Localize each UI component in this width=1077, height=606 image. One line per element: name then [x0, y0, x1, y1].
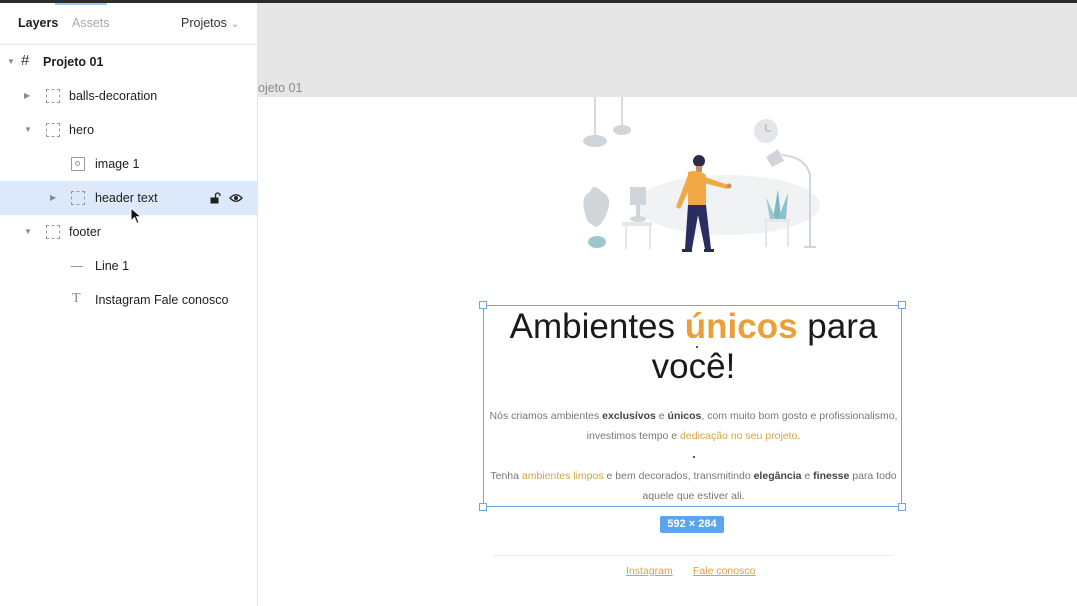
dimension-badge: 592 × 284 [660, 516, 724, 533]
instagram-link[interactable]: Instagram [626, 565, 673, 577]
para-text: e [655, 410, 668, 422]
layer-footer[interactable]: ▼ footer [0, 215, 257, 249]
image-icon [71, 157, 85, 171]
para-bold: elegância [753, 470, 802, 482]
contact-link[interactable]: Fale conosco [693, 565, 755, 577]
selected-header-text[interactable]: Ambientes únicos para você! Nós criamos … [479, 301, 906, 511]
caret-down-icon[interactable]: ▼ [24, 227, 32, 236]
frame-icon [71, 191, 85, 205]
paragraph-2[interactable]: Tenha ambientes limpos e bem decorados, … [484, 466, 903, 506]
anchor-dot [693, 456, 695, 458]
para-text: e bem decorados, transmitindo [603, 470, 754, 482]
layer-header-text[interactable]: ▶ header text [0, 181, 257, 215]
frame-icon [46, 89, 60, 103]
tab-assets[interactable]: Assets [72, 16, 110, 30]
frame-icon [46, 225, 60, 239]
project-dropdown[interactable]: Projetos ⌄ [181, 16, 239, 30]
para-text: . [797, 430, 801, 442]
caret-down-icon[interactable]: ▼ [24, 125, 32, 134]
layer-label: footer [69, 225, 101, 239]
para-text: e [801, 470, 814, 482]
paragraph-1[interactable]: Nós criamos ambientes exclusívos e único… [484, 406, 903, 446]
caret-down-icon[interactable]: ▼ [7, 57, 15, 66]
hero-illustration[interactable] [578, 97, 828, 257]
caret-right-icon[interactable]: ▶ [50, 193, 56, 202]
line-icon [71, 266, 83, 267]
resize-handle-bottom-left[interactable] [479, 503, 487, 511]
frame-icon [46, 123, 60, 137]
resize-handle-bottom-right[interactable] [898, 503, 906, 511]
para-text: Nós criamos ambientes [489, 410, 603, 422]
resize-handle-top-left[interactable] [479, 301, 487, 309]
layer-hero[interactable]: ▼ hero [0, 113, 257, 147]
para-accent: dedicação no seu projeto [680, 430, 798, 442]
hero-headline[interactable]: Ambientes únicos para você! [484, 306, 903, 387]
para-bold: finesse [813, 470, 850, 482]
headline-accent: únicos [684, 307, 798, 346]
chevron-down-icon: ⌄ [230, 19, 240, 30]
frame-label[interactable]: ojeto 01 [258, 81, 302, 95]
unlock-icon[interactable] [209, 192, 221, 204]
footer-divider[interactable] [493, 555, 893, 556]
layer-label: Line 1 [95, 259, 130, 273]
eye-icon[interactable] [229, 193, 243, 203]
mouse-cursor-icon [130, 207, 142, 225]
layer-label: hero [69, 123, 95, 137]
layers-sidebar: Layers Assets Projetos ⌄ ▼ # Projeto 01 ▶… [0, 3, 258, 606]
para-bold: exclusívos [602, 410, 656, 422]
para-bold: únicos [667, 410, 702, 422]
layer-label: Projeto 01 [43, 55, 104, 69]
layer-projeto-01[interactable]: ▼ # Projeto 01 [0, 45, 257, 79]
anchor-dot [696, 346, 698, 348]
project-dropdown-label: Projetos [181, 16, 227, 30]
design-canvas[interactable]: ojeto 01 Ambientes únicos para você! Nós… [258, 3, 1077, 606]
resize-handle-top-right[interactable] [898, 301, 906, 309]
layer-balls-decoration[interactable]: ▶ balls-decoration [0, 79, 257, 113]
text-icon: T [72, 291, 81, 306]
layer-label: balls-decoration [69, 89, 158, 103]
layer-label: header text [95, 191, 158, 205]
para-accent: ambientes limpos [521, 470, 604, 482]
para-text: Tenha [490, 470, 522, 482]
hash-icon: # [21, 52, 30, 69]
layer-instagram-fale-conosco[interactable]: T Instagram Fale conosco [0, 283, 257, 317]
layer-label: image 1 [95, 157, 140, 171]
headline-text: Ambientes [509, 307, 685, 346]
tab-layers[interactable]: Layers [18, 16, 58, 30]
layer-image-1[interactable]: image 1 [0, 147, 257, 181]
layer-label: Instagram Fale conosco [95, 293, 229, 307]
tab-indicator [55, 3, 107, 5]
layer-line-1[interactable]: Line 1 [0, 249, 257, 283]
caret-right-icon[interactable]: ▶ [24, 91, 30, 100]
artboard-frame[interactable]: Ambientes únicos para você! Nós criamos … [258, 97, 1077, 606]
sidebar-tabs: Layers Assets Projetos ⌄ [0, 3, 257, 45]
